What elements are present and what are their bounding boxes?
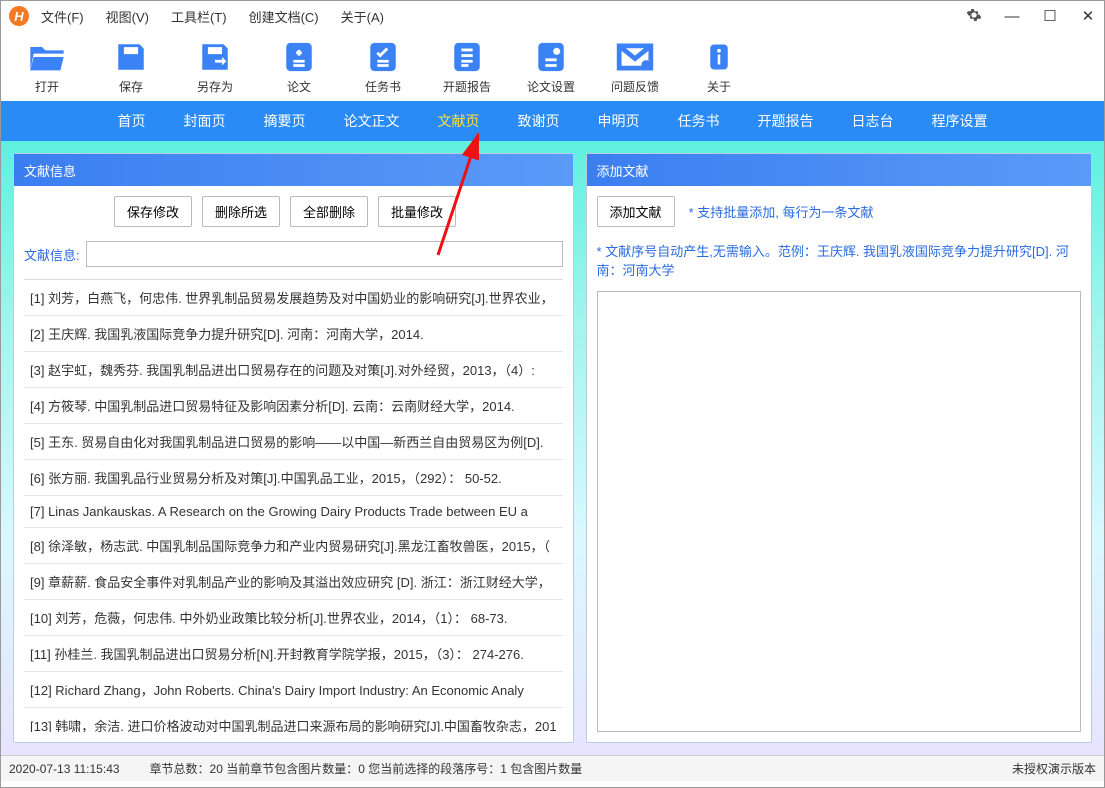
tool-feedback[interactable]: 问题反馈 xyxy=(607,39,663,95)
ref-item[interactable]: [1] 刘芳，白燕飞，何忠伟. 世界乳制品贸易发展趋势及对中国奶业的影响研究[J… xyxy=(24,280,563,316)
panel-header-right: 添加文献 xyxy=(587,154,1091,186)
tool-task[interactable]: 任务书 xyxy=(355,39,411,95)
envelope-icon xyxy=(615,39,655,75)
ref-item[interactable]: [11] 孙桂兰. 我国乳制品进出口贸易分析[N].开封教育学院学报，2015，… xyxy=(24,636,563,672)
tab-program[interactable]: 程序设置 xyxy=(932,111,988,131)
ref-item[interactable]: [4] 方筱琴. 中国乳制品进口贸易特征及影响因素分析[D]. 云南：云南财经大… xyxy=(24,388,563,424)
maximize-button[interactable]: ☐ xyxy=(1042,7,1058,25)
doc-gear-icon xyxy=(531,39,571,75)
doc-lines-icon xyxy=(447,39,487,75)
app-logo: H xyxy=(9,6,29,26)
delete-selected-button[interactable]: 删除所选 xyxy=(202,196,280,227)
tab-cover[interactable]: 封面页 xyxy=(184,111,226,131)
ref-item[interactable]: [7] Linas Jankauskas. A Research on the … xyxy=(24,496,563,528)
ref-item[interactable]: [9] 章薪薪. 食品安全事件对乳制品产业的影响及其溢出效应研究 [D]. 浙江… xyxy=(24,564,563,600)
minimize-button[interactable]: — xyxy=(1004,8,1020,25)
tab-declare[interactable]: 申明页 xyxy=(598,111,640,131)
doc-plus-icon xyxy=(279,39,319,75)
gear-icon[interactable] xyxy=(966,7,982,26)
ref-item[interactable]: [3] 赵宇虹，魏秀芬. 我国乳制品进出口贸易存在的问题及对策[J].对外经贸，… xyxy=(24,352,563,388)
ref-item[interactable]: [6] 张方丽. 我国乳品行业贸易分析及对策[J].中国乳品工业，2015，（2… xyxy=(24,460,563,496)
add-ref-button[interactable]: 添加文献 xyxy=(597,196,675,227)
status-license: 未授权演示版本 xyxy=(1012,760,1096,777)
panel-add-ref: 添加文献 添加文献 * 支持批量添加, 每行为一条文献 * 文献序号自动产生,无… xyxy=(586,153,1092,743)
panel-header-left: 文献信息 xyxy=(14,154,573,186)
menu-file[interactable]: 文件(F) xyxy=(41,7,84,26)
tab-ref[interactable]: 文献页 xyxy=(438,111,480,131)
info-icon xyxy=(699,39,739,75)
tool-save[interactable]: 保存 xyxy=(103,39,159,95)
tool-report[interactable]: 开题报告 xyxy=(439,39,495,95)
tab-report[interactable]: 开题报告 xyxy=(758,111,814,131)
status-time: 2020-07-13 11:15:43 xyxy=(9,762,120,776)
save-icon xyxy=(111,39,151,75)
ref-item[interactable]: [10] 刘芳，危薇，何忠伟. 中外奶业政策比较分析[J].世界农业，2014，… xyxy=(24,600,563,636)
delete-all-button[interactable]: 全部删除 xyxy=(290,196,368,227)
menu-toolbar[interactable]: 工具栏(T) xyxy=(171,7,227,26)
save-edit-button[interactable]: 保存修改 xyxy=(114,196,192,227)
ref-item[interactable]: [2] 王庆辉. 我国乳液国际竞争力提升研究[D]. 河南：河南大学，2014. xyxy=(24,316,563,352)
menu-view[interactable]: 视图(V) xyxy=(106,7,149,26)
panel-ref-info: 文献信息 保存修改 删除所选 全部删除 批量修改 文献信息: [1] 刘芳，白燕… xyxy=(13,153,574,743)
doc-check-icon xyxy=(363,39,403,75)
ref-info-input[interactable] xyxy=(86,241,563,267)
menu-create[interactable]: 创建文档(C) xyxy=(249,7,319,26)
tab-thanks[interactable]: 致谢页 xyxy=(518,111,560,131)
tool-paper[interactable]: 论文 xyxy=(271,39,327,95)
add-ref-hint2: * 文献序号自动产生,无需输入。范例：王庆辉. 我国乳液国际竞争力提升研究[D]… xyxy=(597,241,1081,279)
folder-open-icon xyxy=(27,39,67,75)
ref-item[interactable]: [13] 韩啸，余洁. 进口价格波动对中国乳制品进口来源布局的影响研究[J].中… xyxy=(24,708,563,732)
tab-abstract[interactable]: 摘要页 xyxy=(264,111,306,131)
ref-info-label: 文献信息: xyxy=(24,245,80,264)
ref-item[interactable]: [5] 王东. 贸易自由化对我国乳制品进口贸易的影响——以中国—新西兰自由贸易区… xyxy=(24,424,563,460)
tab-home[interactable]: 首页 xyxy=(118,111,146,131)
status-info: 章节总数：20 当前章节包含图片数量：0 您当前选择的段落序号：1 包含图片数量 xyxy=(150,760,583,777)
saveas-icon xyxy=(195,39,235,75)
add-ref-hint: * 支持批量添加, 每行为一条文献 xyxy=(689,202,874,221)
tab-task[interactable]: 任务书 xyxy=(678,111,720,131)
ref-list[interactable]: [1] 刘芳，白燕飞，何忠伟. 世界乳制品贸易发展趋势及对中国奶业的影响研究[J… xyxy=(24,279,563,732)
menu-about[interactable]: 关于(A) xyxy=(341,7,384,26)
add-ref-textarea[interactable] xyxy=(597,291,1081,732)
batch-edit-button[interactable]: 批量修改 xyxy=(378,196,456,227)
ref-item[interactable]: [12] Richard Zhang，John Roberts. China's… xyxy=(24,672,563,708)
tab-log[interactable]: 日志台 xyxy=(852,111,894,131)
ref-item[interactable]: [8] 徐泽敏，杨志武. 中国乳制品国际竞争力和产业内贸易研究[J].黑龙江畜牧… xyxy=(24,528,563,564)
tab-body[interactable]: 论文正文 xyxy=(344,111,400,131)
tool-settings[interactable]: 论文设置 xyxy=(523,39,579,95)
tool-open[interactable]: 打开 xyxy=(19,39,75,95)
tool-saveas[interactable]: 另存为 xyxy=(187,39,243,95)
close-button[interactable]: ✕ xyxy=(1080,7,1096,25)
tool-about[interactable]: 关于 xyxy=(691,39,747,95)
